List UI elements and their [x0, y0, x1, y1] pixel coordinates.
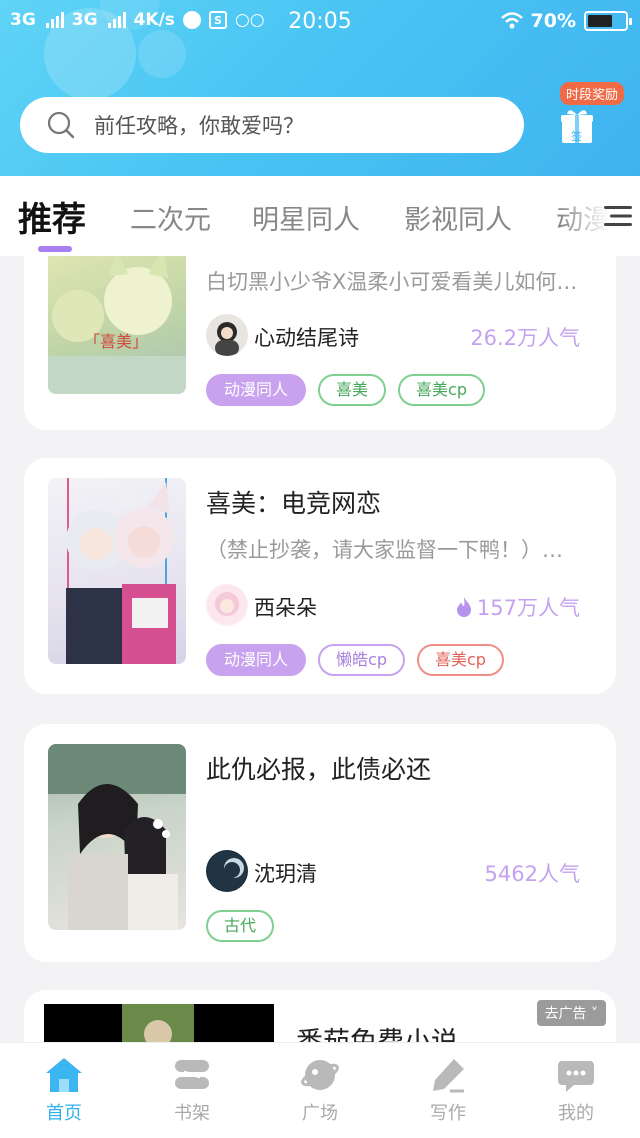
gift-label: 签 — [571, 130, 582, 143]
tag-list: 动漫同人 懒皓cp 喜美cp — [206, 644, 504, 676]
nav-write[interactable]: 写作 — [384, 1043, 512, 1138]
bookshelf-icon — [175, 1060, 209, 1089]
tab-recommend[interactable]: 推荐 — [18, 192, 86, 241]
nav-label: 写作 — [430, 1103, 466, 1124]
author-name: 西朵朵 — [254, 596, 317, 620]
header: 3G 3G 4K/s S ○○ 20:05 70% 前任攻略，你敢爱吗？ 时段奖… — [0, 0, 640, 176]
popularity-text: 26.2万人气 — [470, 326, 580, 350]
tab-celebrity-fanfic[interactable]: 明星同人 — [252, 198, 360, 237]
tag[interactable]: 动漫同人 — [206, 374, 307, 406]
popularity: 157万人气 — [455, 592, 580, 622]
category-tabs: 推荐 二次元 明星同人 影视同人 动漫 — [0, 176, 640, 256]
bottom-nav: 首页 书架 广场 写作 我的 — [0, 1042, 640, 1138]
search-icon — [47, 111, 75, 139]
cover-caption: 「喜美」 — [84, 332, 149, 351]
popularity: 5462人气 — [485, 858, 580, 888]
popularity-text: 5462人气 — [484, 862, 580, 886]
battery-percent: 70% — [530, 10, 576, 32]
flame-icon — [456, 597, 471, 617]
popularity: 26.2万人气 — [470, 322, 580, 352]
nav-bookshelf[interactable]: 书架 — [128, 1043, 256, 1138]
nav-label: 我的 — [558, 1103, 594, 1124]
nav-mine[interactable]: 我的 — [512, 1043, 640, 1138]
tag-list: 动漫同人 喜美 喜美cp — [206, 374, 485, 406]
story-description: 白切黑小少爷X温柔小可爱看美儿如何… — [206, 270, 578, 294]
story-card[interactable]: 「喜美」 白切黑小少爷X温柔小可爱看美儿如何… 心动结尾诗 26.2万人气 动漫… — [24, 256, 616, 430]
tag[interactable]: 懒皓cp — [318, 644, 405, 676]
cover-art — [48, 744, 186, 930]
active-tab-indicator — [38, 246, 72, 252]
pen-icon — [433, 1059, 464, 1093]
remove-ad-button[interactable]: 去广告 ˅ — [536, 1000, 606, 1026]
wifi-icon — [500, 12, 523, 29]
story-description: （禁止抄袭，请大家监督一下鸭！）… — [206, 538, 563, 562]
author-name: 心动结尾诗 — [254, 326, 359, 350]
nav-label: 书架 — [174, 1103, 210, 1124]
story-card[interactable]: 喜美：电竞网恋 （禁止抄袭，请大家监督一下鸭！）… 西朵朵 157万人气 动漫同… — [24, 458, 616, 694]
menu-icon[interactable] — [604, 202, 632, 230]
story-title: 此仇必报，此债必还 — [206, 755, 432, 784]
home-icon — [46, 1058, 82, 1092]
nav-square[interactable]: 广场 — [256, 1043, 384, 1138]
story-card[interactable]: 此仇必报，此债必还 沈玥清 5462人气 古代 — [24, 724, 616, 962]
reward-badge: 时段奖励 — [560, 82, 625, 105]
time-reward-button[interactable]: 时段奖励 签 — [556, 80, 626, 150]
tag[interactable]: 喜美cp — [416, 644, 504, 676]
story-cover — [48, 478, 186, 664]
ad-card[interactable]: 番茄免费小说 去广告 ˅ — [24, 990, 616, 1042]
ad-title: 番茄免费小说 — [296, 1020, 458, 1042]
author-name: 沈玥清 — [254, 862, 317, 886]
popularity-text: 157万人气 — [476, 596, 580, 620]
tag[interactable]: 喜美cp — [398, 374, 485, 406]
author-avatar — [206, 584, 248, 626]
battery-fill — [588, 15, 612, 27]
chat-bubble-icon — [558, 1061, 594, 1092]
nav-label: 首页 — [46, 1103, 82, 1124]
story-feed: 「喜美」 白切黑小少爷X温柔小可爱看美儿如何… 心动结尾诗 26.2万人气 动漫… — [0, 256, 640, 1042]
ad-image — [44, 1004, 274, 1042]
story-cover: 「喜美」 — [48, 256, 186, 394]
tag[interactable]: 动漫同人 — [206, 644, 307, 676]
search-bar[interactable]: 前任攻略，你敢爱吗？ — [20, 97, 524, 153]
tab-film-fanfic[interactable]: 影视同人 — [404, 198, 512, 237]
tag[interactable]: 喜美 — [318, 374, 387, 406]
status-bar: 3G 3G 4K/s S ○○ 20:05 70% — [0, 0, 640, 44]
cover-art — [66, 478, 176, 664]
story-cover — [48, 744, 186, 930]
search-placeholder: 前任攻略，你敢爱吗？ — [94, 114, 304, 138]
story-title: 喜美：电竞网恋 — [206, 489, 382, 518]
nav-label: 广场 — [302, 1103, 338, 1124]
author-avatar — [206, 850, 248, 892]
tab-anime[interactable]: 二次元 — [130, 198, 211, 237]
tag[interactable]: 古代 — [206, 910, 275, 942]
cover-art — [48, 256, 186, 394]
planet-icon — [301, 1060, 339, 1090]
remove-ad-label: 去广告 — [544, 1006, 587, 1022]
tag-list: 古代 — [206, 910, 275, 942]
author-avatar — [206, 314, 248, 356]
battery-icon — [584, 11, 632, 31]
nav-home[interactable]: 首页 — [0, 1043, 128, 1138]
